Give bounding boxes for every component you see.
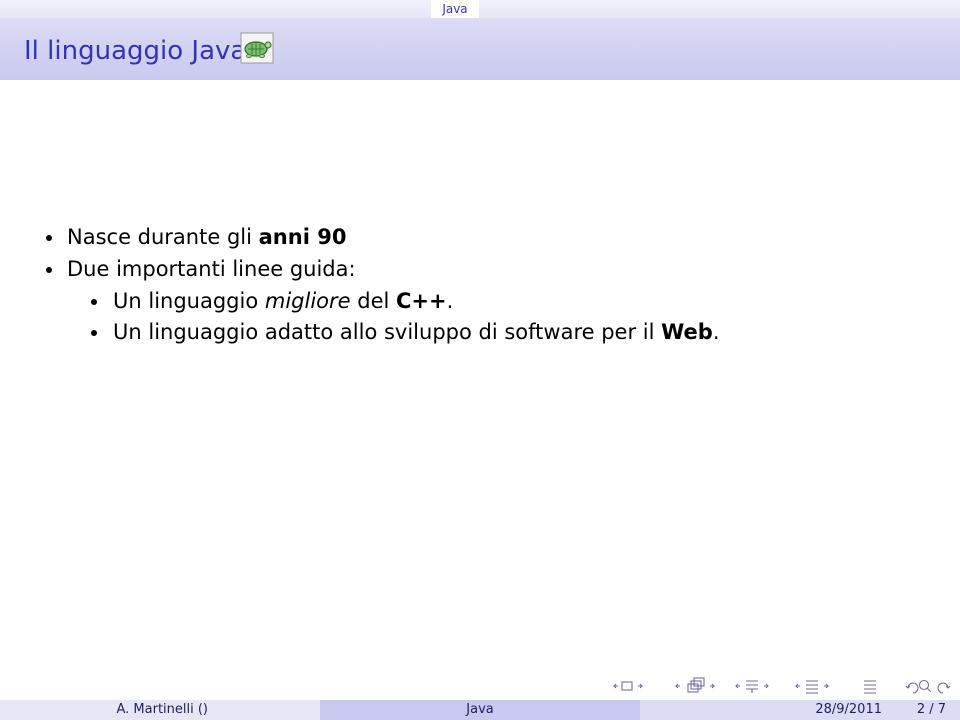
footer-date: 28/9/2011 — [815, 702, 882, 717]
sub-list-item: Un linguaggio migliore del C++. — [38, 286, 918, 317]
frame-title-bar: Il linguaggio Java — [0, 18, 960, 80]
footer-author: A. Martinelli () — [116, 702, 208, 717]
list-item: Nasce durante gli anni 90 — [38, 222, 918, 254]
nav-subsection-icon[interactable] — [687, 677, 705, 693]
nav-frame-icon[interactable] — [621, 681, 633, 691]
nav-next-frame-icon[interactable] — [638, 683, 643, 689]
footer-title-section: Java — [320, 700, 640, 720]
bullet-dot — [91, 299, 97, 305]
bullet-list: Nasce durante gli anni 90 Due importanti… — [38, 222, 918, 348]
frame-title: Il linguaggio Java — [24, 36, 247, 66]
nav-search-icon[interactable] — [918, 679, 932, 693]
nav-slide-icon[interactable] — [806, 680, 818, 694]
list-item-text: Nasce durante gli anni 90 — [67, 225, 347, 249]
beamer-navigation-bar — [612, 674, 954, 698]
sub-list-item: Un linguaggio adatto allo sviluppo di so… — [38, 317, 918, 348]
nav-forward-icon[interactable] — [937, 682, 951, 694]
list-item-text: Due importanti linee guida: — [67, 257, 356, 281]
bullet-dot — [46, 267, 52, 273]
bullet-dot — [91, 330, 97, 336]
nav-next-slide-icon[interactable] — [824, 683, 829, 689]
nav-prev-slide-icon[interactable] — [795, 683, 800, 689]
list-item-text: Un linguaggio adatto allo sviluppo di so… — [113, 320, 720, 344]
list-item-text: Un linguaggio migliore del C++. — [113, 289, 454, 313]
nav-prev-frame-icon[interactable] — [613, 683, 618, 689]
nav-prev-section-icon[interactable] — [735, 683, 740, 689]
nav-next-subsection-icon[interactable] — [710, 683, 715, 689]
nav-align-icon[interactable] — [864, 680, 876, 694]
footer-author-section: A. Martinelli () — [0, 700, 320, 720]
nav-prev-subsection-icon[interactable] — [675, 683, 680, 689]
section-tab-java[interactable]: Java — [431, 0, 479, 18]
footer-date-section: 28/9/2011 2 / 7 — [640, 700, 960, 720]
nav-section-icon[interactable] — [746, 680, 758, 693]
bullet-dot — [46, 235, 52, 241]
footer-bar: A. Martinelli () Java 28/9/2011 2 / 7 — [0, 700, 960, 720]
nav-next-section-icon[interactable] — [764, 683, 769, 689]
nav-back-icon[interactable] — [905, 682, 919, 694]
header-strip: Java — [0, 0, 960, 18]
list-item: Due importanti linee guida: — [38, 254, 918, 286]
turtle-logo-icon — [240, 32, 274, 64]
footer-page-number: 2 / 7 — [916, 702, 946, 717]
footer-title: Java — [466, 702, 494, 717]
